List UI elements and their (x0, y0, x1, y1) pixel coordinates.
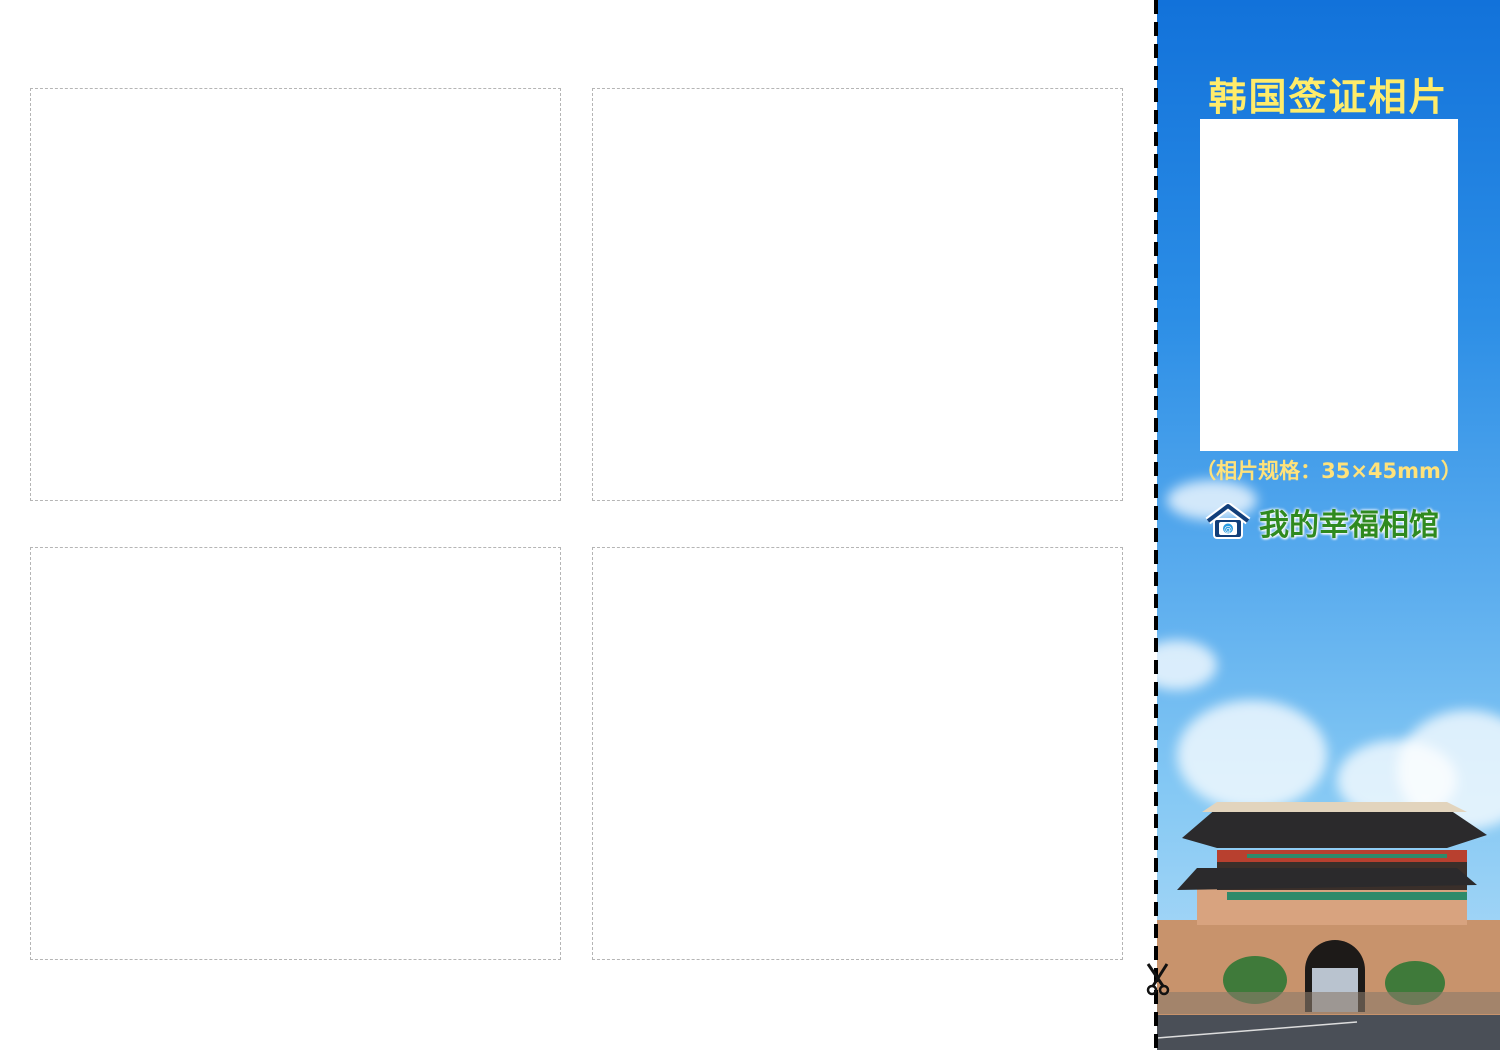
gate-illustration (1157, 802, 1500, 1050)
photo-slot-2 (592, 88, 1123, 501)
house-at-icon: @ (1205, 503, 1251, 539)
photo-slot-4 (592, 547, 1123, 960)
cut-line (1154, 0, 1158, 1050)
brand-name: 我的幸福相馆 (1259, 508, 1439, 543)
panel-title: 韩国签证相片 (1208, 75, 1449, 119)
visa-info-panel: 韩国签证相片 （相片规格：35×45mm） @ 我的幸福相馆 (1157, 0, 1500, 1050)
photo-slot-1 (30, 88, 561, 501)
photo-spec: （相片规格：35×45mm） (1195, 459, 1462, 483)
sample-photo-area (1200, 119, 1458, 451)
photo-slot-3 (30, 547, 561, 960)
scissors-icon (1146, 963, 1170, 996)
svg-text:@: @ (1224, 525, 1232, 534)
brand-logo: @ 我的幸福相馆 (1205, 500, 1439, 544)
